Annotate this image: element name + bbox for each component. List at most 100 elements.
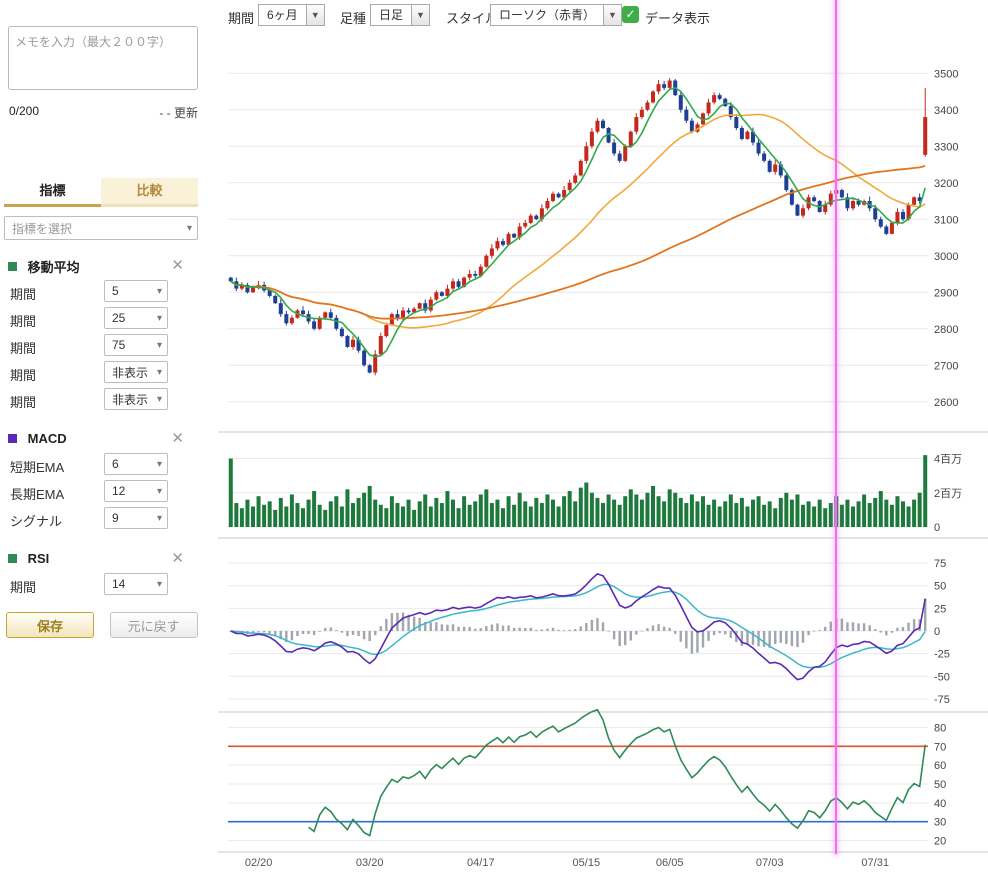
select-value: 12	[112, 484, 125, 498]
svg-text:20: 20	[934, 836, 946, 848]
select-value: 25	[112, 311, 125, 325]
svg-text:30: 30	[934, 817, 946, 829]
indicator-section-ma: 移動平均 ✕ 期間 5▾ 期間 25▾ 期間 75▾	[0, 252, 218, 422]
tab-compare[interactable]: 比較	[101, 178, 198, 207]
indicator-select[interactable]: 指標を選択 ▾	[4, 216, 198, 240]
data-display-checkbox[interactable]: ✓	[622, 6, 639, 23]
macd-fast-row: 短期EMA 6▾	[0, 453, 218, 477]
interval-label: 足種	[340, 8, 366, 27]
ma-period-5-select[interactable]: 非表示▾	[104, 388, 168, 410]
save-button[interactable]: 保存	[6, 612, 94, 638]
rsi-period-row: 期間 14▾	[0, 573, 218, 597]
svg-text:50: 50	[934, 581, 946, 593]
svg-text:2800: 2800	[934, 324, 958, 336]
chevron-down-icon: ▾	[157, 486, 162, 497]
select-value: 75	[112, 338, 125, 352]
row-label: シグナル	[10, 511, 62, 530]
close-icon[interactable]: ✕	[171, 549, 184, 567]
svg-text:25: 25	[934, 603, 946, 615]
dropdown-arrow-button[interactable]: ▼	[307, 4, 325, 26]
select-value: 非表示	[112, 364, 148, 381]
svg-text:07/31: 07/31	[861, 857, 889, 869]
stock-chart-canvas[interactable]: 3500340033003200310030002900280027002600…	[218, 30, 988, 882]
sidebar-tabs: 指標 比較	[4, 178, 198, 207]
tab-indicators[interactable]: 指標	[4, 178, 101, 207]
ma-period-row-5: 期間 非表示▾	[0, 388, 218, 412]
interval-select[interactable]: 日足 ▼	[370, 4, 430, 26]
svg-text:3000: 3000	[934, 251, 958, 263]
memo-char-counter: 0/200	[9, 104, 39, 118]
svg-text:40: 40	[934, 798, 946, 810]
ma-period-row-1: 期間 5▾	[0, 280, 218, 304]
axis-labels: 3500340033003200310030002900280027002600…	[245, 68, 962, 869]
chevron-down-icon: ▾	[157, 367, 162, 378]
close-icon[interactable]: ✕	[171, 256, 184, 274]
data-display-label: データ表示	[645, 8, 710, 27]
sidebar: 0/200 - - 更新 指標 比較 指標を選択 ▾ 移動平均 ✕ 期間 5▾	[0, 0, 218, 882]
dropdown-arrow-button[interactable]: ▼	[604, 4, 622, 26]
period-select[interactable]: 6ヶ月 ▼	[258, 4, 325, 26]
row-label: 期間	[10, 338, 36, 357]
svg-text:2600: 2600	[934, 397, 958, 409]
row-label: 期間	[10, 392, 36, 411]
select-value: 5	[112, 284, 119, 298]
ma-section-title: 移動平均	[28, 260, 80, 275]
period-label: 期間	[228, 8, 254, 27]
chevron-down-icon: ▾	[157, 394, 162, 405]
indicator-section-rsi: RSI ✕ 期間 14▾	[0, 545, 218, 605]
macd-signal-select[interactable]: 9▾	[104, 507, 168, 529]
ma-period-2-select[interactable]: 25 ▾	[104, 307, 168, 329]
style-select[interactable]: ローソク（赤青） ▼	[490, 4, 622, 26]
ma-period-3-select[interactable]: 75 ▾	[104, 334, 168, 356]
chevron-down-icon: ▾	[157, 340, 162, 351]
svg-text:06/05: 06/05	[656, 857, 684, 869]
rsi-period-select[interactable]: 14▾	[104, 573, 168, 595]
select-value: 6ヶ月	[258, 4, 307, 26]
chevron-down-icon: ▾	[187, 223, 192, 234]
ma-period-4-select[interactable]: 非表示 ▾	[104, 361, 168, 383]
ma-color-swatch	[8, 262, 17, 271]
svg-text:02/20: 02/20	[245, 857, 273, 869]
svg-text:0: 0	[934, 522, 940, 534]
svg-text:3300: 3300	[934, 141, 958, 153]
select-value: ローソク（赤青）	[490, 4, 604, 26]
indicator-section-macd: MACD ✕ 短期EMA 6▾ 長期EMA 12▾ シグナル 9▾	[0, 425, 218, 540]
chart-area: 期間 6ヶ月 ▼ 足種 日足 ▼ スタイル ローソク（赤青） ▼ ✓ データ表示…	[218, 0, 988, 882]
svg-text:80: 80	[934, 722, 946, 734]
row-label: 期間	[10, 311, 36, 330]
macd-section-title: MACD	[28, 431, 67, 446]
chevron-down-icon: ▾	[157, 579, 162, 590]
svg-text:2700: 2700	[934, 360, 958, 372]
svg-text:-50: -50	[934, 671, 950, 683]
rsi-section-header: RSI ✕	[0, 545, 218, 571]
svg-text:70: 70	[934, 741, 946, 753]
svg-text:60: 60	[934, 760, 946, 772]
svg-text:3100: 3100	[934, 214, 958, 226]
svg-text:2900: 2900	[934, 287, 958, 299]
close-icon[interactable]: ✕	[171, 429, 184, 447]
svg-text:04/17: 04/17	[467, 857, 495, 869]
macd-slow-select[interactable]: 12 ▾	[104, 480, 168, 502]
macd-signal-row: シグナル 9▾	[0, 507, 218, 531]
row-label: 期間	[10, 577, 36, 596]
chevron-down-icon: ▾	[157, 313, 162, 324]
gridlines	[218, 73, 988, 852]
chart-toolbar: 期間 6ヶ月 ▼ 足種 日足 ▼ スタイル ローソク（赤青） ▼ ✓ データ表示	[218, 0, 988, 30]
svg-text:4百万: 4百万	[934, 454, 962, 466]
svg-text:3400: 3400	[934, 105, 958, 117]
macd-section-header: MACD ✕	[0, 425, 218, 451]
dropdown-arrow-button[interactable]: ▼	[412, 4, 430, 26]
chevron-down-icon: ▾	[157, 286, 162, 297]
ma-period-1-select[interactable]: 5▾	[104, 280, 168, 302]
reset-button[interactable]: 元に戻す	[110, 612, 198, 638]
macd-fast-select[interactable]: 6▾	[104, 453, 168, 475]
macd-slow-row: 長期EMA 12▾	[0, 480, 218, 504]
svg-text:75: 75	[934, 558, 946, 570]
memo-input[interactable]	[8, 26, 198, 90]
svg-text:-25: -25	[934, 649, 950, 661]
ma-period-row-3: 期間 75 ▾	[0, 334, 218, 358]
memo-update-link[interactable]: - - 更新	[159, 104, 198, 121]
sidebar-buttons: 保存 元に戻す	[6, 612, 212, 638]
rsi-color-swatch	[8, 554, 17, 563]
ma-period-row-4: 期間 非表示▾	[0, 361, 218, 385]
